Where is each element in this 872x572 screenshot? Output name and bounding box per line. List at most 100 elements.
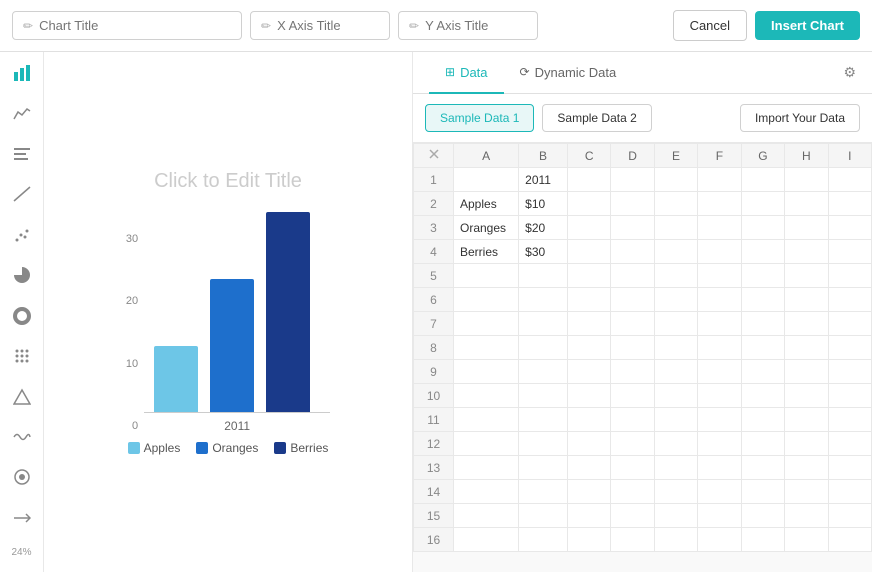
cell-12-b[interactable] — [519, 432, 568, 456]
cell-11-d[interactable] — [611, 408, 654, 432]
cell-10-d[interactable] — [611, 384, 654, 408]
cell-12-f[interactable] — [698, 432, 741, 456]
cell-1-g[interactable] — [741, 168, 784, 192]
cell-13-i[interactable] — [828, 456, 871, 480]
cell-5-f[interactable] — [698, 264, 741, 288]
cell-7-b[interactable] — [519, 312, 568, 336]
import-data-button[interactable]: Import Your Data — [740, 104, 860, 132]
cell-14-i[interactable] — [828, 480, 871, 504]
cell-6-e[interactable] — [654, 288, 697, 312]
cell-1-f[interactable] — [698, 168, 741, 192]
cell-1-h[interactable] — [785, 168, 828, 192]
gear-icon[interactable]: ⚙ — [843, 52, 856, 93]
cell-4-g[interactable] — [741, 240, 784, 264]
cell-16-a[interactable] — [454, 528, 519, 552]
cell-6-d[interactable] — [611, 288, 654, 312]
cell-12-d[interactable] — [611, 432, 654, 456]
cell-12-g[interactable] — [741, 432, 784, 456]
cell-11-h[interactable] — [785, 408, 828, 432]
cell-9-g[interactable] — [741, 360, 784, 384]
insert-chart-button[interactable]: Insert Chart — [755, 11, 860, 40]
cell-10-f[interactable] — [698, 384, 741, 408]
cell-5-a[interactable] — [454, 264, 519, 288]
cell-7-d[interactable] — [611, 312, 654, 336]
cell-8-f[interactable] — [698, 336, 741, 360]
cell-7-e[interactable] — [654, 312, 697, 336]
cell-16-g[interactable] — [741, 528, 784, 552]
cell-13-a[interactable] — [454, 456, 519, 480]
sidebar-item-area-chart[interactable] — [10, 102, 34, 124]
cell-9-e[interactable] — [654, 360, 697, 384]
cell-3-c[interactable] — [567, 216, 610, 240]
cell-9-f[interactable] — [698, 360, 741, 384]
y-axis-input[interactable] — [425, 18, 527, 33]
cell-16-e[interactable] — [654, 528, 697, 552]
cell-11-e[interactable] — [654, 408, 697, 432]
cell-4-b[interactable]: $30 — [519, 240, 568, 264]
cell-14-h[interactable] — [785, 480, 828, 504]
cell-9-i[interactable] — [828, 360, 871, 384]
cell-3-b[interactable]: $20 — [519, 216, 568, 240]
cell-1-b[interactable]: 2011 — [519, 168, 568, 192]
cell-1-a[interactable] — [454, 168, 519, 192]
cell-10-i[interactable] — [828, 384, 871, 408]
cell-4-a[interactable]: Berries — [454, 240, 519, 264]
cell-13-c[interactable] — [567, 456, 610, 480]
cell-2-e[interactable] — [654, 192, 697, 216]
sample-data-1-button[interactable]: Sample Data 1 — [425, 104, 534, 132]
cell-11-c[interactable] — [567, 408, 610, 432]
cell-15-f[interactable] — [698, 504, 741, 528]
cell-15-c[interactable] — [567, 504, 610, 528]
chart-title-input[interactable] — [39, 18, 231, 33]
cell-15-i[interactable] — [828, 504, 871, 528]
cell-7-i[interactable] — [828, 312, 871, 336]
cell-8-a[interactable] — [454, 336, 519, 360]
cell-16-i[interactable] — [828, 528, 871, 552]
tab-dynamic-data[interactable]: ⟳ Dynamic Data — [504, 53, 633, 94]
cancel-button[interactable]: Cancel — [673, 10, 747, 41]
cell-6-g[interactable] — [741, 288, 784, 312]
cell-13-f[interactable] — [698, 456, 741, 480]
cell-16-f[interactable] — [698, 528, 741, 552]
cell-9-b[interactable] — [519, 360, 568, 384]
cell-6-a[interactable] — [454, 288, 519, 312]
cell-2-h[interactable] — [785, 192, 828, 216]
cell-16-b[interactable] — [519, 528, 568, 552]
cell-10-c[interactable] — [567, 384, 610, 408]
cell-3-g[interactable] — [741, 216, 784, 240]
chart-title-placeholder[interactable]: Click to Edit Title — [154, 170, 302, 193]
cell-16-c[interactable] — [567, 528, 610, 552]
cell-15-g[interactable] — [741, 504, 784, 528]
cell-8-b[interactable] — [519, 336, 568, 360]
cell-12-c[interactable] — [567, 432, 610, 456]
sidebar-item-bar-chart[interactable] — [10, 62, 34, 84]
cell-14-c[interactable] — [567, 480, 610, 504]
sidebar-item-pie-chart[interactable] — [10, 264, 34, 286]
cell-4-h[interactable] — [785, 240, 828, 264]
sidebar-item-circle[interactable] — [10, 466, 34, 488]
cell-3-e[interactable] — [654, 216, 697, 240]
cell-8-e[interactable] — [654, 336, 697, 360]
sidebar-item-dot-grid[interactable] — [10, 345, 34, 367]
sidebar-item-donut-chart[interactable] — [10, 305, 34, 327]
cell-1-d[interactable] — [611, 168, 654, 192]
cell-14-g[interactable] — [741, 480, 784, 504]
cell-11-f[interactable] — [698, 408, 741, 432]
sidebar-item-list-chart[interactable] — [10, 143, 34, 165]
cell-2-i[interactable] — [828, 192, 871, 216]
tab-data[interactable]: ⊞ Data — [429, 53, 504, 94]
cell-4-f[interactable] — [698, 240, 741, 264]
cell-12-e[interactable] — [654, 432, 697, 456]
sidebar-item-scatter-chart[interactable] — [10, 224, 34, 246]
cell-12-h[interactable] — [785, 432, 828, 456]
sidebar-item-flow[interactable] — [10, 507, 34, 529]
cell-1-c[interactable] — [567, 168, 610, 192]
cell-1-e[interactable] — [654, 168, 697, 192]
cell-9-d[interactable] — [611, 360, 654, 384]
cell-7-a[interactable] — [454, 312, 519, 336]
cell-5-i[interactable] — [828, 264, 871, 288]
cell-8-c[interactable] — [567, 336, 610, 360]
cell-8-i[interactable] — [828, 336, 871, 360]
cell-9-c[interactable] — [567, 360, 610, 384]
cell-2-c[interactable] — [567, 192, 610, 216]
